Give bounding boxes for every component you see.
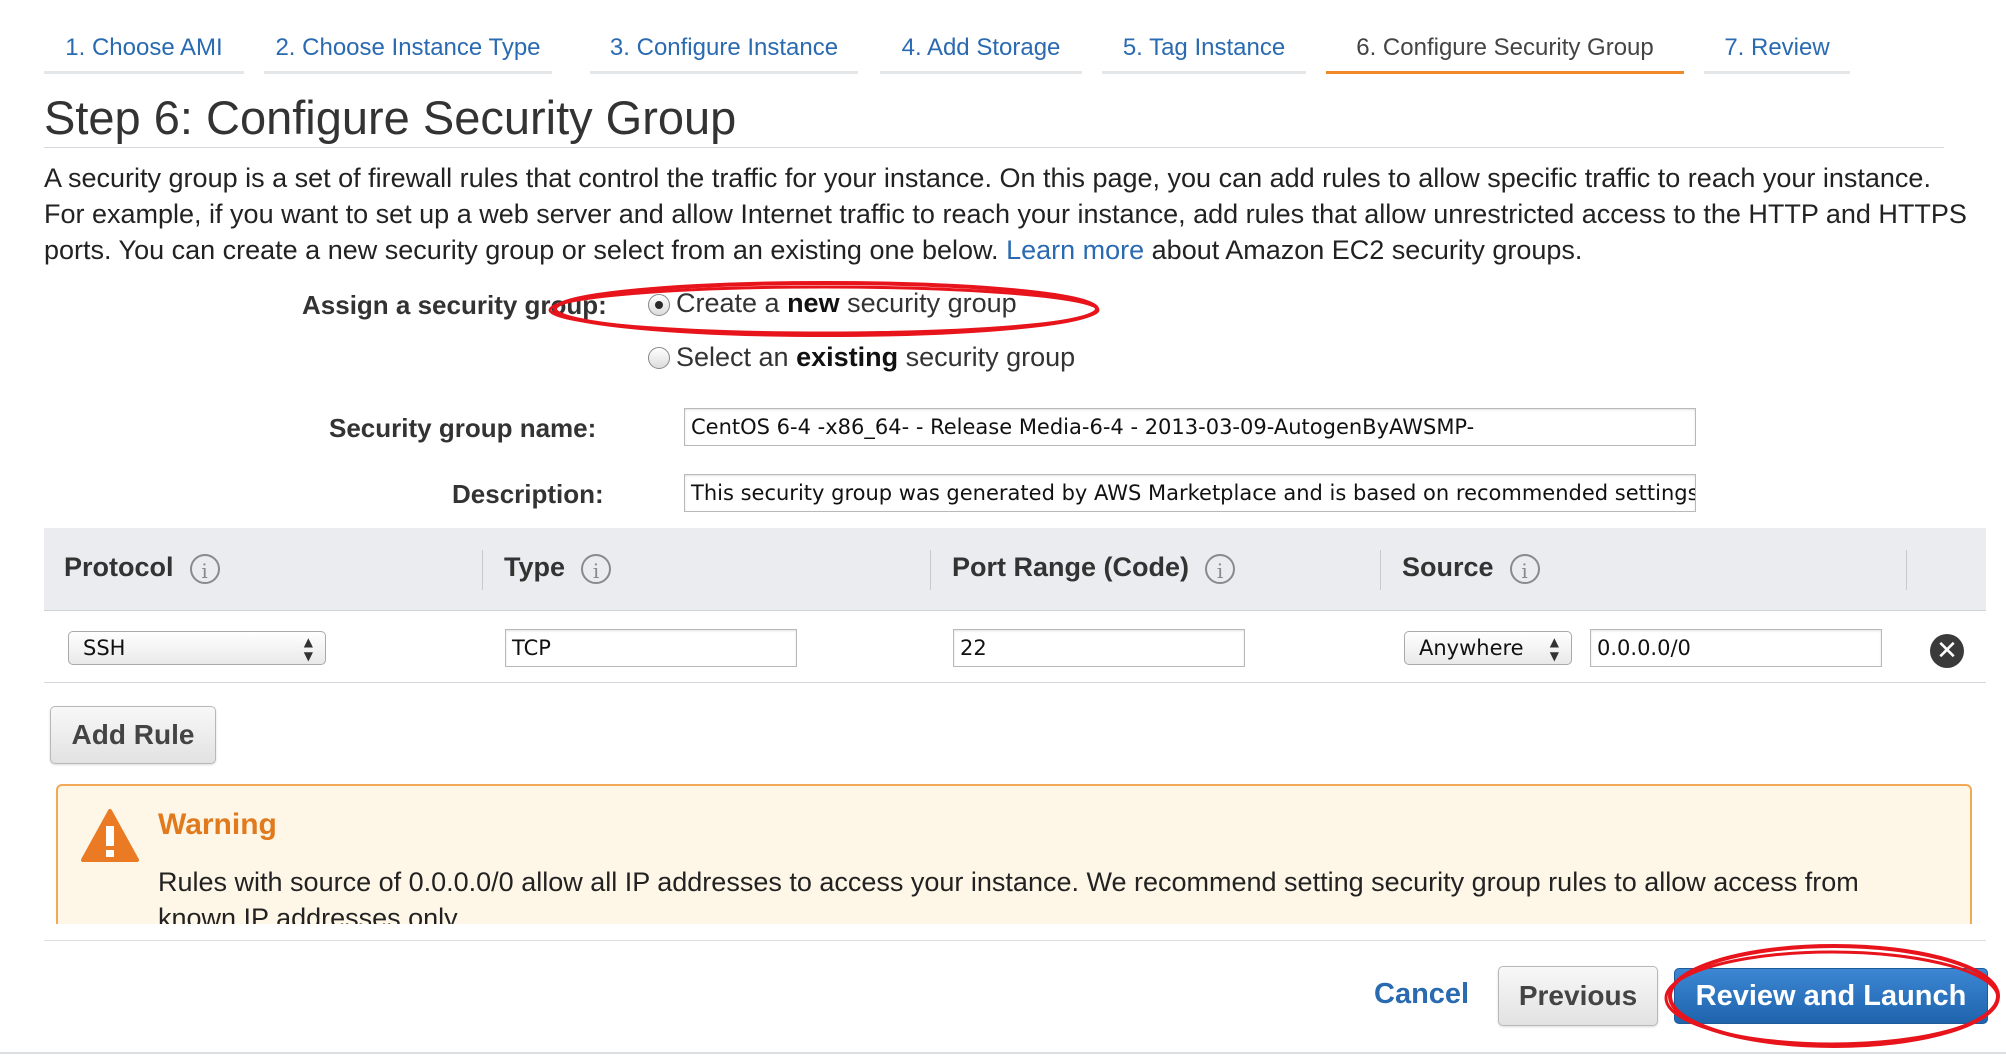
radio-selected-dot xyxy=(655,301,663,309)
option-new-bold: new xyxy=(787,288,840,318)
header-divider xyxy=(1906,550,1907,590)
port-range-field[interactable]: 22 xyxy=(953,629,1245,667)
intro-paragraph: A security group is a set of firewall ru… xyxy=(44,160,1974,268)
select-arrows-icon: ▲ ▼ xyxy=(303,635,313,663)
option-existing-post: security group xyxy=(898,342,1076,372)
option-existing-bold: existing xyxy=(796,342,899,372)
type-field: TCP xyxy=(505,629,797,667)
protocol-select[interactable]: SSH ▲ ▼ xyxy=(68,631,326,665)
source-select[interactable]: Anywhere ▲ ▼ xyxy=(1404,631,1572,665)
rules-table-header: Protocol i Type i Port Range (Code) i Sourc… xyxy=(44,528,1986,611)
warning-title: Warning xyxy=(158,808,277,841)
info-icon[interactable]: i xyxy=(1509,553,1540,584)
radio-select-existing[interactable] xyxy=(648,347,670,369)
security-group-name-label: Security group name: xyxy=(329,413,597,443)
header-protocol: Protocol i xyxy=(64,552,220,584)
header-type: Type i xyxy=(504,552,612,584)
tab-choose-instance-type[interactable]: 2. Choose Instance Type xyxy=(264,30,552,74)
radio-create-new[interactable] xyxy=(648,294,670,316)
description-input[interactable]: This security group was generated by AWS… xyxy=(684,474,1696,512)
info-icon[interactable]: i xyxy=(581,553,612,584)
tab-add-storage[interactable]: 4. Add Storage xyxy=(880,30,1082,74)
tab-configure-security-group[interactable]: 6. Configure Security Group xyxy=(1326,30,1684,74)
option-select-existing-label[interactable]: Select an existing security group xyxy=(676,342,1075,373)
option-existing-pre: Select an xyxy=(676,342,797,372)
page-title: Step 6: Configure Security Group xyxy=(44,91,737,144)
source-cidr-input[interactable]: 0.0.0.0/0 xyxy=(1590,629,1882,667)
info-icon[interactable]: i xyxy=(1205,553,1236,584)
protocol-value: SSH xyxy=(83,636,126,660)
source-select-value: Anywhere xyxy=(1419,636,1524,660)
header-port-range: Port Range (Code) i xyxy=(952,552,1236,584)
header-divider xyxy=(930,550,931,590)
header-type-label: Type xyxy=(504,552,566,582)
option-create-new-label[interactable]: Create a new security group xyxy=(676,288,1017,319)
header-divider xyxy=(1380,550,1381,590)
header-protocol-label: Protocol xyxy=(64,552,174,582)
tab-configure-instance[interactable]: 3. Configure Instance xyxy=(590,30,858,74)
assign-security-group-label: Assign a security group: xyxy=(302,290,607,320)
review-and-launch-button[interactable]: Review and Launch xyxy=(1674,968,1988,1024)
select-arrows-icon: ▲ ▼ xyxy=(1549,635,1559,663)
security-group-name-input[interactable]: CentOS 6-4 -x86_64- - Release Media-6-4 … xyxy=(684,408,1696,446)
row-divider xyxy=(44,682,1986,683)
previous-button[interactable]: Previous xyxy=(1498,966,1658,1026)
footer-divider xyxy=(44,940,1986,941)
header-source: Source i xyxy=(1402,552,1540,584)
header-divider xyxy=(482,550,483,590)
option-new-pre: Create a xyxy=(676,288,788,318)
warning-icon xyxy=(81,809,139,862)
tab-choose-ami[interactable]: 1. Choose AMI xyxy=(44,30,244,74)
intro-suffix: about Amazon EC2 security groups. xyxy=(1151,235,1583,265)
header-source-label: Source xyxy=(1402,552,1494,582)
tab-tag-instance[interactable]: 5. Tag Instance xyxy=(1102,30,1306,74)
description-label: Description: xyxy=(452,479,604,509)
tab-review[interactable]: 7. Review xyxy=(1704,30,1850,74)
option-new-post: security group xyxy=(839,288,1017,318)
cancel-button[interactable]: Cancel xyxy=(1374,978,1469,1011)
add-rule-button[interactable]: Add Rule xyxy=(50,706,216,764)
learn-more-link[interactable]: Learn more xyxy=(1006,235,1144,265)
remove-rule-icon[interactable]: ✕ xyxy=(1930,634,1964,668)
title-divider xyxy=(44,147,1944,148)
header-port-range-label: Port Range (Code) xyxy=(952,552,1190,582)
page-bottom-border xyxy=(0,1052,2006,1054)
warning-text: Rules with source of 0.0.0.0/0 allow all… xyxy=(158,867,1859,924)
info-icon[interactable]: i xyxy=(189,553,220,584)
warning-box: Warning Rules with source of 0.0.0.0/0 a… xyxy=(56,784,1972,924)
